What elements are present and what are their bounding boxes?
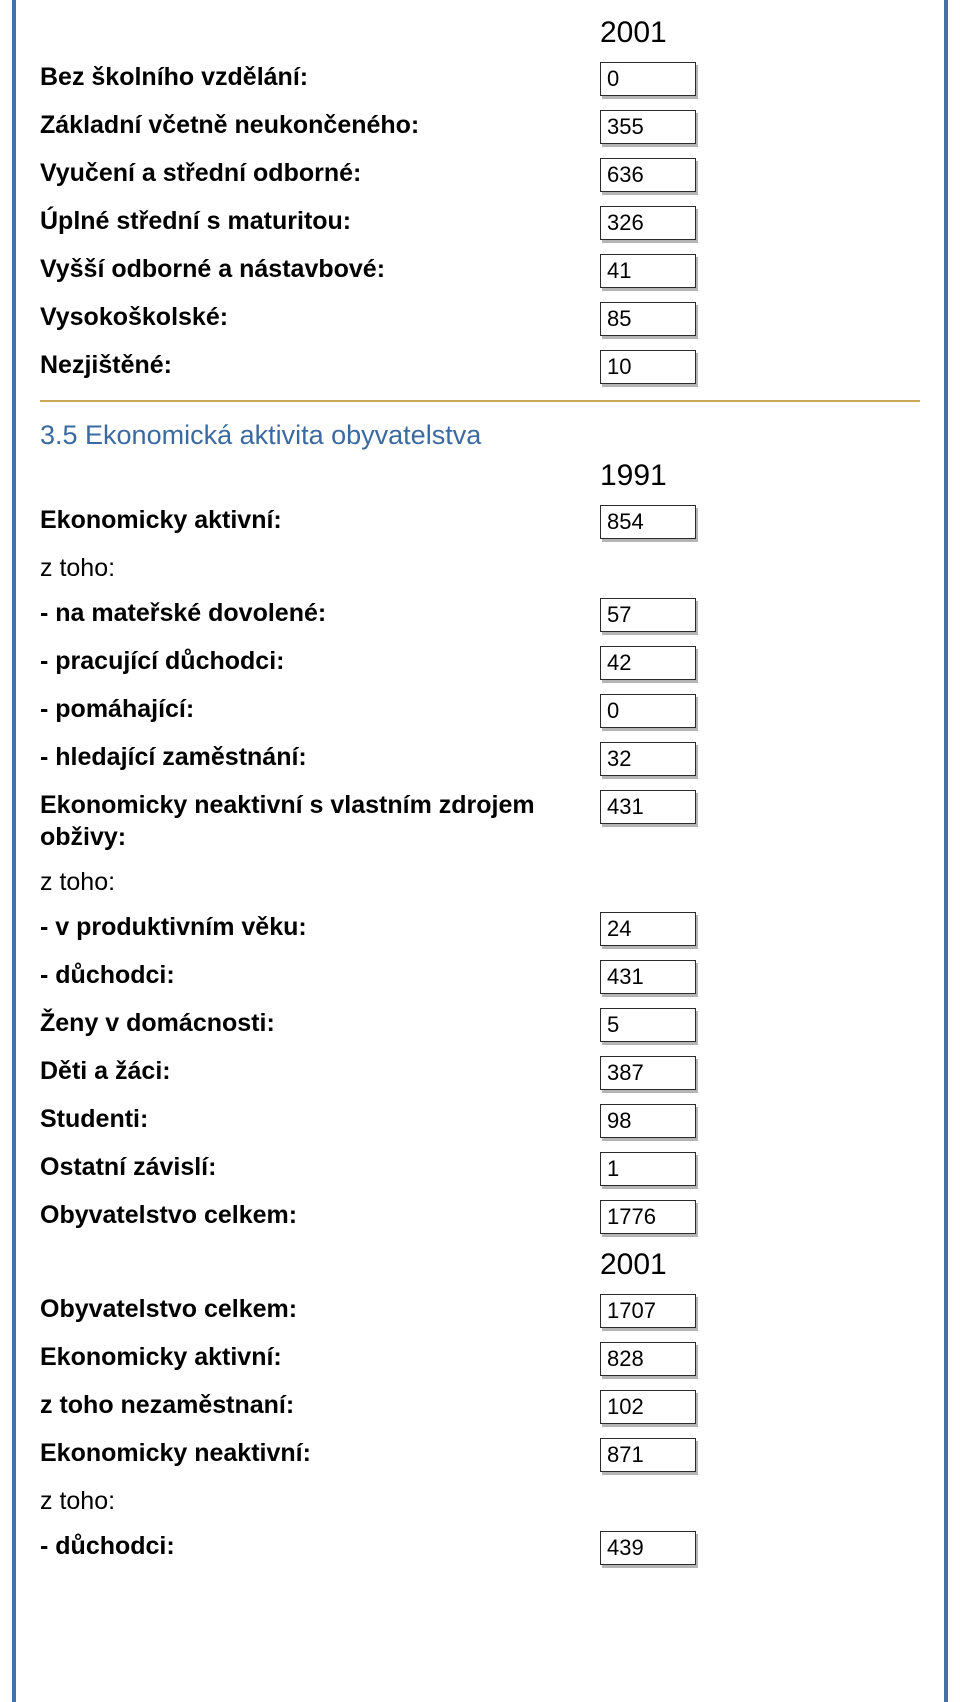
label-celkem-2: Obyvatelstvo celkem: bbox=[40, 1294, 600, 1325]
value-hledajici: 32 bbox=[600, 742, 696, 776]
value-zeny: 5 bbox=[600, 1008, 696, 1042]
label-zeny: Ženy v domácnosti: bbox=[40, 1008, 600, 1039]
label-duchodci-1: - důchodci: bbox=[40, 960, 600, 991]
edu-label-none: Bez školního vzdělání: bbox=[40, 62, 600, 93]
edu-value-apprentice: 636 bbox=[600, 158, 696, 192]
label-deti: Děti a žáci: bbox=[40, 1056, 600, 1087]
edu-row-basic: Základní včetně neukončeného: 355 bbox=[40, 110, 920, 144]
label-neaktivni: Ekonomicky neaktivní: bbox=[40, 1438, 600, 1469]
content: 2001 Bez školního vzdělání: 0 Základní v… bbox=[0, 16, 960, 1609]
row-hledajici: - hledající zaměstnání: 32 bbox=[40, 742, 920, 776]
edu-label-apprentice: Vyučení a střední odborné: bbox=[40, 158, 600, 189]
row-neaktivni-vlastni: Ekonomicky neaktivní s vlastním zdrojem … bbox=[40, 790, 920, 853]
label-ostatni: Ostatní závislí: bbox=[40, 1152, 600, 1183]
value-pomahajici: 0 bbox=[600, 694, 696, 728]
row-studenti: Studenti: 98 bbox=[40, 1104, 920, 1138]
edu-row-university: Vysokoškolské: 85 bbox=[40, 302, 920, 336]
label-neaktivni-vlastni: Ekonomicky neaktivní s vlastním zdrojem … bbox=[40, 790, 600, 853]
edu-value-basic: 355 bbox=[600, 110, 696, 144]
value-celkem-2: 1707 bbox=[600, 1294, 696, 1328]
edu-label-higher: Vyšší odborné a nástavbové: bbox=[40, 254, 600, 285]
year-heading-1991: 1991 bbox=[40, 459, 920, 493]
label-celkem-1: Obyvatelstvo celkem: bbox=[40, 1200, 600, 1231]
value-materska: 57 bbox=[600, 598, 696, 632]
edu-value-university: 85 bbox=[600, 302, 696, 336]
row-ztoho-1: z toho: bbox=[40, 553, 920, 584]
edu-label-secondary: Úplné střední s maturitou: bbox=[40, 206, 600, 237]
label-pomahajici: - pomáhající: bbox=[40, 694, 600, 725]
value-neaktivni-vlastni: 431 bbox=[600, 790, 696, 824]
row-duchodci-1: - důchodci: 431 bbox=[40, 960, 920, 994]
edu-label-university: Vysokoškolské: bbox=[40, 302, 600, 333]
row-pracujici-duch: - pracující důchodci: 42 bbox=[40, 646, 920, 680]
label-duchodci-2: - důchodci: bbox=[40, 1531, 600, 1562]
row-deti: Děti a žáci: 387 bbox=[40, 1056, 920, 1090]
value-duchodci-2: 439 bbox=[600, 1531, 696, 1565]
label-materska: - na mateřské dovolené: bbox=[40, 598, 600, 629]
row-ztoho-2: z toho: bbox=[40, 867, 920, 898]
label-nezamestnani: z toho nezaměstnaní: bbox=[40, 1390, 600, 1421]
row-materska: - na mateřské dovolené: 57 bbox=[40, 598, 920, 632]
label-pracujici-duch: - pracující důchodci: bbox=[40, 646, 600, 677]
row-ztoho-3: z toho: bbox=[40, 1486, 920, 1517]
section-title-economic-activity: 3.5 Ekonomická aktivita obyvatelstva bbox=[40, 420, 920, 451]
value-deti: 387 bbox=[600, 1056, 696, 1090]
row-ekon-aktivni-2: Ekonomicky aktivní: 828 bbox=[40, 1342, 920, 1376]
value-neaktivni: 871 bbox=[600, 1438, 696, 1472]
edu-value-higher: 41 bbox=[600, 254, 696, 288]
row-ostatni: Ostatní závislí: 1 bbox=[40, 1152, 920, 1186]
label-ztoho-2: z toho: bbox=[40, 867, 600, 898]
label-hledajici: - hledající zaměstnání: bbox=[40, 742, 600, 773]
year-heading-2001-top: 2001 bbox=[40, 16, 920, 50]
year-heading-2001-bottom: 2001 bbox=[40, 1248, 920, 1282]
edu-value-none: 0 bbox=[600, 62, 696, 96]
value-ekon-aktivni: 854 bbox=[600, 505, 696, 539]
edu-row-apprentice: Vyučení a střední odborné: 636 bbox=[40, 158, 920, 192]
label-ztoho-1: z toho: bbox=[40, 553, 600, 584]
value-duchodci-1: 431 bbox=[600, 960, 696, 994]
edu-row-secondary: Úplné střední s maturitou: 326 bbox=[40, 206, 920, 240]
row-produktivni-vek: - v produktivním věku: 24 bbox=[40, 912, 920, 946]
value-pracujici-duch: 42 bbox=[600, 646, 696, 680]
section-divider bbox=[40, 400, 920, 402]
label-ztoho-3: z toho: bbox=[40, 1486, 600, 1517]
label-produktivni-vek: - v produktivním věku: bbox=[40, 912, 600, 943]
value-celkem-1: 1776 bbox=[600, 1200, 696, 1234]
value-produktivni-vek: 24 bbox=[600, 912, 696, 946]
row-duchodci-2: - důchodci: 439 bbox=[40, 1531, 920, 1565]
edu-row-none: Bez školního vzdělání: 0 bbox=[40, 62, 920, 96]
edu-row-higher: Vyšší odborné a nástavbové: 41 bbox=[40, 254, 920, 288]
edu-label-unknown: Nezjištěné: bbox=[40, 350, 600, 381]
row-neaktivni: Ekonomicky neaktivní: 871 bbox=[40, 1438, 920, 1472]
value-ekon-aktivni-2: 828 bbox=[600, 1342, 696, 1376]
edu-value-secondary: 326 bbox=[600, 206, 696, 240]
row-nezamestnani: z toho nezaměstnaní: 102 bbox=[40, 1390, 920, 1424]
edu-row-unknown: Nezjištěné: 10 bbox=[40, 350, 920, 384]
value-nezamestnani: 102 bbox=[600, 1390, 696, 1424]
row-ekon-aktivni: Ekonomicky aktivní: 854 bbox=[40, 505, 920, 539]
row-zeny: Ženy v domácnosti: 5 bbox=[40, 1008, 920, 1042]
row-celkem-2: Obyvatelstvo celkem: 1707 bbox=[40, 1294, 920, 1328]
edu-label-basic: Základní včetně neukončeného: bbox=[40, 110, 600, 141]
row-pomahajici: - pomáhající: 0 bbox=[40, 694, 920, 728]
page: 2001 Bez školního vzdělání: 0 Základní v… bbox=[0, 0, 960, 1702]
label-studenti: Studenti: bbox=[40, 1104, 600, 1135]
row-celkem-1: Obyvatelstvo celkem: 1776 bbox=[40, 1200, 920, 1234]
value-studenti: 98 bbox=[600, 1104, 696, 1138]
edu-value-unknown: 10 bbox=[600, 350, 696, 384]
label-ekon-aktivni: Ekonomicky aktivní: bbox=[40, 505, 600, 536]
value-ostatni: 1 bbox=[600, 1152, 696, 1186]
label-ekon-aktivni-2: Ekonomicky aktivní: bbox=[40, 1342, 600, 1373]
